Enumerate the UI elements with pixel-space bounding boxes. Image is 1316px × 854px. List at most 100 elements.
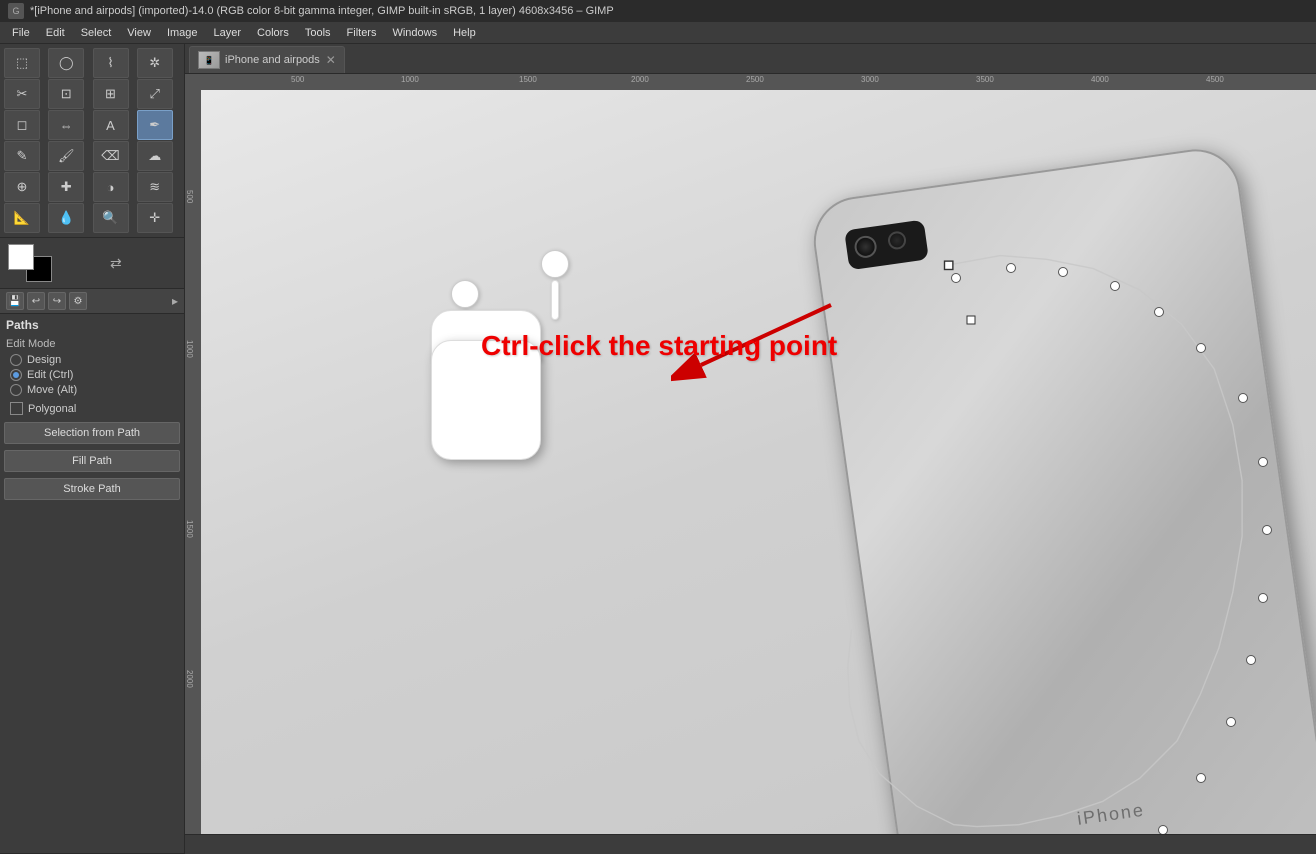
save-options-icon[interactable]: 💾 bbox=[6, 292, 24, 310]
menu-tools[interactable]: Tools bbox=[297, 25, 339, 41]
canvas-area[interactable]: 500 1000 1500 2000 2500 3000 3500 4000 4… bbox=[185, 74, 1316, 834]
tool-crop[interactable]: ⊞ bbox=[93, 79, 129, 109]
tool-dodge[interactable]: ◑ bbox=[93, 172, 129, 202]
menu-filters[interactable]: Filters bbox=[339, 25, 385, 41]
canvas-tab[interactable]: 📱 iPhone and airpods ✕ bbox=[189, 46, 345, 73]
tool-ellipse-select[interactable]: ◯ bbox=[48, 48, 84, 78]
swap-colors-icon[interactable]: ⇄ bbox=[110, 255, 122, 272]
tab-label: iPhone and airpods bbox=[225, 54, 320, 66]
tool-measure[interactable]: 📐 bbox=[4, 203, 40, 233]
menu-colors[interactable]: Colors bbox=[249, 25, 297, 41]
radio-design[interactable]: Design bbox=[10, 354, 178, 366]
tool-fuzzy-select[interactable]: ✲ bbox=[137, 48, 173, 78]
tab-bar: 📱 iPhone and airpods ✕ bbox=[185, 44, 1316, 74]
camera-lens bbox=[853, 234, 878, 259]
tool-color-picker[interactable]: 💧 bbox=[48, 203, 84, 233]
menubar: FileEditSelectViewImageLayerColorsToolsF… bbox=[0, 22, 1316, 44]
menu-file[interactable]: File bbox=[4, 25, 38, 41]
path-dot-1 bbox=[951, 273, 961, 283]
tool-paths[interactable]: ✒ bbox=[137, 110, 173, 140]
undo-options-icon[interactable]: ↩ bbox=[27, 292, 45, 310]
airpod-stem-right bbox=[551, 280, 559, 320]
radio-move-label: Move (Alt) bbox=[27, 384, 77, 396]
menu-edit[interactable]: Edit bbox=[38, 25, 73, 41]
path-dot-12 bbox=[1226, 717, 1236, 727]
radio-move[interactable]: Move (Alt) bbox=[10, 384, 178, 396]
v-ruler-mark-2000: 2000 bbox=[185, 670, 194, 688]
reset-options-icon[interactable]: ⚙ bbox=[69, 292, 87, 310]
path-dot-4 bbox=[1110, 281, 1120, 291]
colors-area: ⇄ bbox=[0, 238, 184, 289]
h-ruler-content: 500 1000 1500 2000 2500 3000 3500 4000 4… bbox=[201, 74, 1316, 90]
menu-layer[interactable]: Layer bbox=[206, 25, 250, 41]
radio-edit-dot bbox=[10, 369, 22, 381]
tool-icons-panel: ⬚ ◯ ⌇ ✲ ✂ ⊡ ⊞ ⤢ ◻ ⇔ A ✒ ✎ 🖌 ⌫ ☁ ⊕ ✚ ◑ ≋ … bbox=[0, 44, 184, 238]
radio-design-label: Design bbox=[27, 354, 61, 366]
fill-path-btn[interactable]: Fill Path bbox=[4, 450, 180, 472]
paths-section: Paths Edit Mode Design Edit (Ctrl) Move … bbox=[0, 314, 184, 419]
tool-free-select[interactable]: ⌇ bbox=[93, 48, 129, 78]
tool-heal[interactable]: ✚ bbox=[48, 172, 84, 202]
ruler-mark-2500: 2500 bbox=[746, 75, 764, 84]
ruler-mark-500: 500 bbox=[291, 75, 304, 84]
tool-airbrush[interactable]: ☁ bbox=[137, 141, 173, 171]
path-dot-9 bbox=[1262, 525, 1272, 535]
app-icon: G bbox=[8, 3, 24, 19]
tool-perspective[interactable]: ◻ bbox=[4, 110, 40, 140]
menu-help[interactable]: Help bbox=[445, 25, 484, 41]
instruction-text: Ctrl-click the starting point bbox=[481, 330, 837, 362]
polygonal-checkbox[interactable] bbox=[10, 402, 23, 415]
tool-options-panel: 💾 ↩ ↪ ⚙ ▸ Paths Edit Mode Design bbox=[0, 289, 184, 854]
tool-fg-select[interactable]: ⊡ bbox=[48, 79, 84, 109]
tool-clone[interactable]: ⊕ bbox=[4, 172, 40, 202]
tool-rectangle-select[interactable]: ⬚ bbox=[4, 48, 40, 78]
titlebar: G *[iPhone and airpods] (imported)-14.0 … bbox=[0, 0, 1316, 22]
tool-transform[interactable]: ⤢ bbox=[137, 79, 173, 109]
tab-close-icon[interactable]: ✕ bbox=[326, 53, 336, 67]
tool-zoom[interactable]: 🔍 bbox=[93, 203, 129, 233]
radio-edit[interactable]: Edit (Ctrl) bbox=[10, 369, 178, 381]
selection-from-path-btn[interactable]: Selection from Path bbox=[4, 422, 180, 444]
tool-pencil[interactable]: ✎ bbox=[4, 141, 40, 171]
tool-scissors[interactable]: ✂ bbox=[4, 79, 40, 109]
tool-move[interactable]: ✛ bbox=[137, 203, 173, 233]
edit-mode-label: Edit Mode bbox=[6, 338, 178, 350]
statusbar bbox=[185, 834, 1316, 854]
canvas[interactable]: iPhone bbox=[201, 90, 1316, 834]
panel-expand-icon[interactable]: ▸ bbox=[172, 294, 178, 308]
tool-flip[interactable]: ⇔ bbox=[48, 110, 84, 140]
path-dot-7 bbox=[1238, 393, 1248, 403]
stroke-path-btn[interactable]: Stroke Path bbox=[4, 478, 180, 500]
radio-move-dot bbox=[10, 384, 22, 396]
path-dot-3 bbox=[1058, 267, 1068, 277]
camera-lens-2 bbox=[887, 230, 907, 250]
polygonal-label: Polygonal bbox=[28, 403, 76, 415]
tool-eraser[interactable]: ⌫ bbox=[93, 141, 129, 171]
canvas-image: iPhone bbox=[201, 90, 1316, 834]
menu-windows[interactable]: Windows bbox=[384, 25, 445, 41]
left-toolbar: ⬚ ◯ ⌇ ✲ ✂ ⊡ ⊞ ⤢ ◻ ⇔ A ✒ ✎ 🖌 ⌫ ☁ ⊕ ✚ ◑ ≋ … bbox=[0, 44, 185, 854]
ruler-mark-3500: 3500 bbox=[976, 75, 994, 84]
polygonal-checkbox-row[interactable]: Polygonal bbox=[10, 402, 178, 415]
path-dot-5 bbox=[1154, 307, 1164, 317]
tool-paintbrush[interactable]: 🖌 bbox=[48, 141, 84, 171]
tab-thumbnail: 📱 bbox=[198, 51, 220, 69]
path-dot-13 bbox=[1196, 773, 1206, 783]
foreground-color[interactable] bbox=[8, 244, 34, 270]
v-ruler-mark-500: 500 bbox=[185, 190, 194, 203]
menu-view[interactable]: View bbox=[119, 25, 159, 41]
menu-image[interactable]: Image bbox=[159, 25, 206, 41]
tool-text[interactable]: A bbox=[93, 110, 129, 140]
color-box bbox=[8, 244, 52, 282]
airpod-right bbox=[541, 250, 569, 320]
path-dot-8 bbox=[1258, 457, 1268, 467]
scene: iPhone bbox=[201, 90, 1316, 834]
redo-options-icon[interactable]: ↪ bbox=[48, 292, 66, 310]
ruler-mark-1000: 1000 bbox=[401, 75, 419, 84]
window-title: *[iPhone and airpods] (imported)-14.0 (R… bbox=[30, 5, 614, 17]
path-dot-14 bbox=[1158, 825, 1168, 834]
tool-smudge[interactable]: ≋ bbox=[137, 172, 173, 202]
menu-select[interactable]: Select bbox=[73, 25, 120, 41]
canvas-wrapper: 📱 iPhone and airpods ✕ 500 1000 1500 200… bbox=[185, 44, 1316, 854]
radio-design-dot bbox=[10, 354, 22, 366]
